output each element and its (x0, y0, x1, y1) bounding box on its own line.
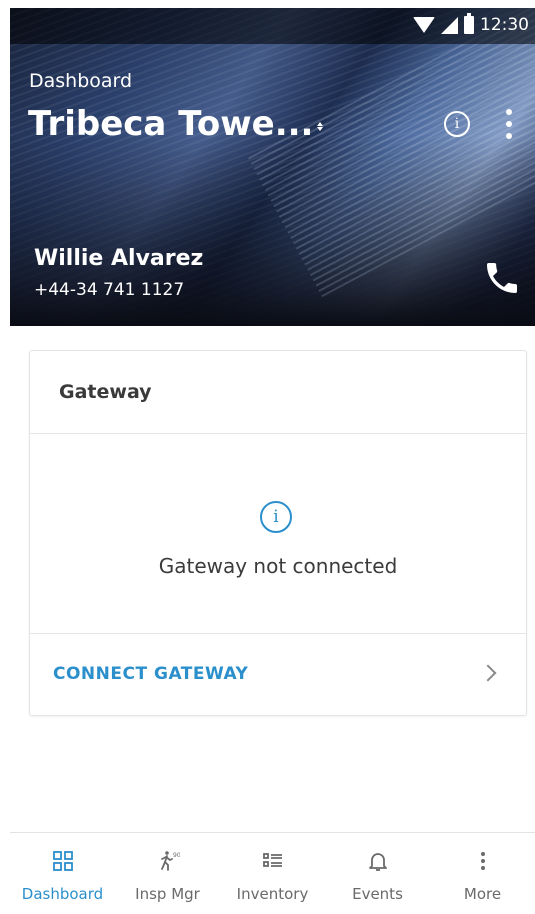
grid-icon (52, 851, 73, 871)
page-title: Dashboard (29, 70, 133, 92)
info-icon: i (260, 501, 292, 533)
status-bar: 12:30 (10, 8, 535, 44)
battery-icon (464, 13, 474, 34)
site-name: Tribeca Towe... (28, 104, 314, 144)
more-vertical-icon (480, 852, 485, 870)
list-icon (262, 853, 282, 867)
site-header: 12:30 Dashboard Tribeca Towe... i Willie… (10, 8, 535, 326)
wifi-icon (413, 17, 435, 33)
bottom-navigation: Dashboard 90 Insp Mgr Inventory Events M… (10, 832, 535, 914)
contact-name: Willie Alvarez (34, 246, 204, 271)
nav-label: Inventory (236, 885, 309, 903)
site-selector[interactable]: Tribeca Towe... (28, 104, 324, 144)
nav-item-events[interactable]: Events (325, 833, 430, 914)
gateway-status-message: Gateway not connected (158, 554, 398, 578)
sort-arrows-icon (317, 121, 324, 131)
app-screen: 12:30 Dashboard Tribeca Towe... i Willie… (0, 0, 535, 914)
bell-icon (368, 853, 387, 871)
nav-item-more[interactable]: More (430, 833, 535, 914)
nav-item-insp-mgr[interactable]: 90 Insp Mgr (115, 833, 220, 914)
signal-icon (441, 16, 458, 34)
header-background-image (247, 8, 535, 298)
status-time: 12:30 (480, 15, 529, 35)
chevron-right-icon (479, 664, 497, 682)
svg-text:90: 90 (173, 852, 180, 859)
phone-icon[interactable] (482, 258, 522, 298)
walking-person-icon: 90 (160, 851, 180, 871)
connect-gateway-label: CONNECT GATEWAY (53, 664, 249, 684)
contact-phone: +44-34 741 1127 (34, 280, 185, 300)
nav-label: Dashboard (21, 885, 104, 903)
more-vertical-icon[interactable] (505, 109, 513, 139)
card-title: Gateway (59, 381, 152, 403)
nav-label: More (463, 885, 502, 903)
card-divider (30, 433, 526, 434)
nav-item-inventory[interactable]: Inventory (220, 833, 325, 914)
nav-label: Events (352, 885, 403, 903)
nav-label: Insp Mgr (135, 885, 200, 903)
gateway-card: Gateway i Gateway not connected CONNECT … (29, 350, 527, 716)
info-icon[interactable]: i (444, 111, 470, 137)
nav-item-dashboard[interactable]: Dashboard (10, 833, 115, 914)
screen-margin (0, 0, 10, 914)
connect-gateway-button[interactable]: CONNECT GATEWAY (30, 634, 526, 716)
